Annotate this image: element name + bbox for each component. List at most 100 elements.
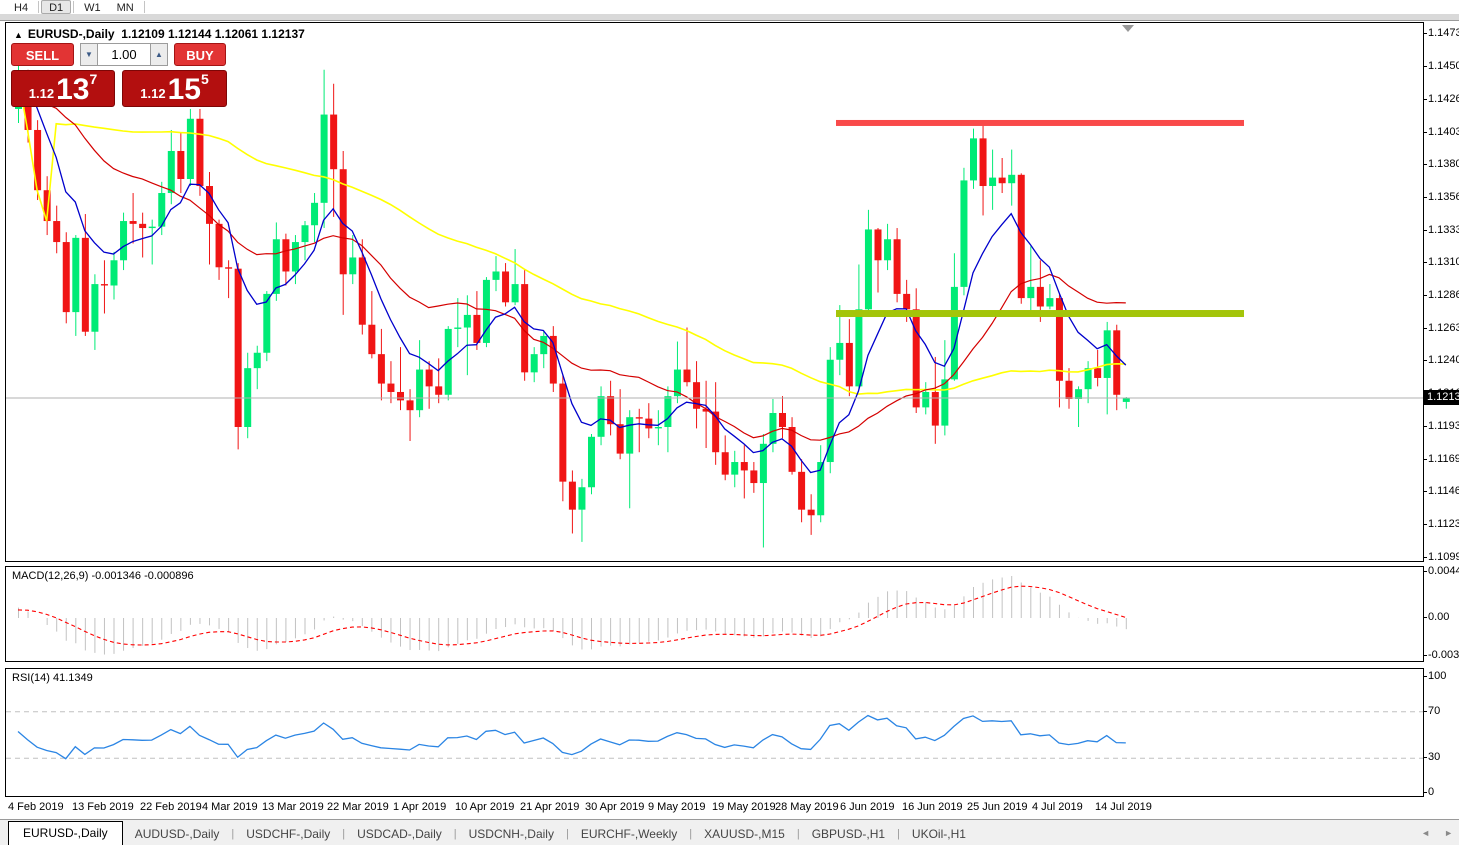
axis-tick: [1423, 164, 1427, 165]
axis-tick: [1423, 757, 1427, 758]
price-axis-label: 1.13330: [1428, 224, 1459, 236]
volume-increase-button[interactable]: ▲: [150, 43, 168, 66]
axis-tick: [1423, 197, 1427, 198]
candle-body: [588, 437, 595, 487]
timeframe-button-w1[interactable]: W1: [76, 0, 109, 14]
candle-body: [407, 400, 414, 410]
date-label: 21 Apr 2019: [520, 801, 579, 813]
indicator-line: [18, 716, 1126, 759]
tab-audusd-daily[interactable]: AUDUSD-,Daily: [123, 824, 232, 845]
candle-body: [664, 396, 671, 427]
price-axis-label: 1.12630: [1428, 322, 1459, 334]
candle-body: [387, 384, 394, 392]
tab-gbpusd-h1[interactable]: GBPUSD-,H1: [800, 824, 897, 845]
rsi-axis-label: 0: [1428, 786, 1434, 798]
candle-body: [91, 284, 98, 332]
support-line[interactable]: [836, 310, 1244, 317]
candle-body: [645, 419, 652, 429]
candle-body: [769, 413, 776, 444]
buy-price-display[interactable]: 1.12 15 5: [122, 70, 227, 107]
price-axis-label: 1.13565: [1428, 191, 1459, 203]
buy-button[interactable]: BUY: [174, 43, 226, 66]
tab-eurchf-weekly[interactable]: EURCHF-,Weekly: [569, 824, 689, 845]
candle-body: [187, 119, 194, 179]
main-chart-panel[interactable]: ▲EURUSD-,Daily 1.12109 1.12144 1.12061 1…: [5, 22, 1424, 562]
macd-axis-label: 0.00: [1428, 611, 1449, 623]
macd-axis-label: 0.004465: [1428, 565, 1459, 577]
date-label: 9 May 2019: [648, 801, 705, 813]
date-label: 25 Jun 2019: [967, 801, 1028, 813]
tab-ukoil-h1[interactable]: UKOil-,H1: [900, 824, 978, 845]
candle-body: [149, 227, 156, 228]
candle-body: [970, 138, 977, 180]
candle-body: [779, 413, 786, 427]
tab-eurusd-daily[interactable]: EURUSD-,Daily: [8, 821, 123, 845]
candle-body: [750, 470, 757, 483]
candle-body: [225, 267, 232, 268]
candle-body: [798, 472, 805, 510]
candle-body: [273, 239, 280, 294]
toolbar-separator: [144, 1, 145, 13]
timeframe-button-d1[interactable]: D1: [41, 0, 71, 14]
collapse-triangle-icon[interactable]: ▲: [14, 30, 23, 40]
sell-price-display[interactable]: 1.12 13 7: [11, 70, 115, 107]
candle-body: [598, 396, 605, 437]
axis-tick: [1423, 557, 1427, 558]
date-label: 13 Mar 2019: [262, 801, 324, 813]
candle-body: [445, 329, 452, 395]
toolbar-separator: [38, 1, 39, 13]
candle-body: [741, 462, 748, 470]
date-label: 4 Feb 2019: [8, 801, 64, 813]
tab-usdcnh-daily[interactable]: USDCNH-,Daily: [457, 824, 566, 845]
candle-body: [53, 221, 60, 242]
candle-body: [626, 417, 633, 453]
candle-body: [512, 284, 519, 302]
timeframe-button-h4[interactable]: H4: [6, 0, 36, 14]
volume-decrease-button[interactable]: ▼: [80, 43, 98, 66]
candle-body: [426, 370, 433, 387]
date-label: 4 Jul 2019: [1032, 801, 1083, 813]
axis-tick: [1423, 66, 1427, 67]
candle-body: [82, 238, 89, 332]
chart-tab-bar: EURUSD-,DailyAUDUSD-,Daily|USDCHF-,Daily…: [0, 819, 1459, 845]
sell-price-big-digits: 13: [56, 76, 89, 104]
price-axis-label: 1.14500: [1428, 60, 1459, 72]
volume-spinner: ▼ ▲: [80, 43, 168, 66]
buy-price-big-digits: 15: [168, 76, 201, 104]
rsi-axis-label: 100: [1428, 670, 1446, 682]
sell-button[interactable]: SELL: [11, 43, 74, 66]
date-label: 10 Apr 2019: [455, 801, 514, 813]
candle-body: [531, 354, 538, 372]
date-axis[interactable]: 4 Feb 201913 Feb 201922 Feb 20194 Mar 20…: [5, 799, 1424, 817]
candle-body: [540, 336, 547, 354]
candle-body: [493, 271, 500, 279]
candle-body: [884, 239, 891, 260]
date-label: 19 May 2019: [712, 801, 776, 813]
candle-body: [932, 392, 939, 426]
tab-usdcad-daily[interactable]: USDCAD-,Daily: [345, 824, 454, 845]
candle-body: [330, 115, 337, 170]
tab-xauusd-m15[interactable]: XAUUSD-,M15: [692, 824, 797, 845]
macd-panel[interactable]: MACD(12,26,9) -0.001346 -0.000896: [5, 566, 1424, 662]
candle-body: [63, 242, 70, 312]
sell-price-prefix: 1.12: [29, 84, 54, 104]
value-axis-column[interactable]: 1.12137 1.147351.145001.142651.140301.13…: [1424, 22, 1459, 817]
axis-tick: [1423, 711, 1427, 712]
candle-body: [120, 221, 127, 260]
date-label: 13 Feb 2019: [72, 801, 134, 813]
candle-body: [196, 119, 203, 186]
timeframe-button-mn[interactable]: MN: [109, 0, 142, 14]
candle-body: [951, 287, 958, 379]
tabs-scroll-right-icon[interactable]: ►: [1444, 828, 1453, 838]
one-click-trade-panel: SELL ▼ ▲ BUY 1.12 13 7 1.12 15 5: [11, 43, 227, 107]
rsi-panel[interactable]: RSI(14) 41.1349: [5, 668, 1424, 797]
candle-body: [464, 315, 471, 328]
volume-input[interactable]: [98, 43, 150, 66]
tabs-scroll-left-icon[interactable]: ◄: [1421, 828, 1430, 838]
rsi-axis-label: 30: [1428, 751, 1440, 763]
resistance-line[interactable]: [836, 120, 1244, 126]
price-axis-label: 1.12400: [1428, 354, 1459, 366]
candle-body: [903, 294, 910, 309]
date-label: 28 May 2019: [775, 801, 839, 813]
tab-usdchf-daily[interactable]: USDCHF-,Daily: [234, 824, 342, 845]
